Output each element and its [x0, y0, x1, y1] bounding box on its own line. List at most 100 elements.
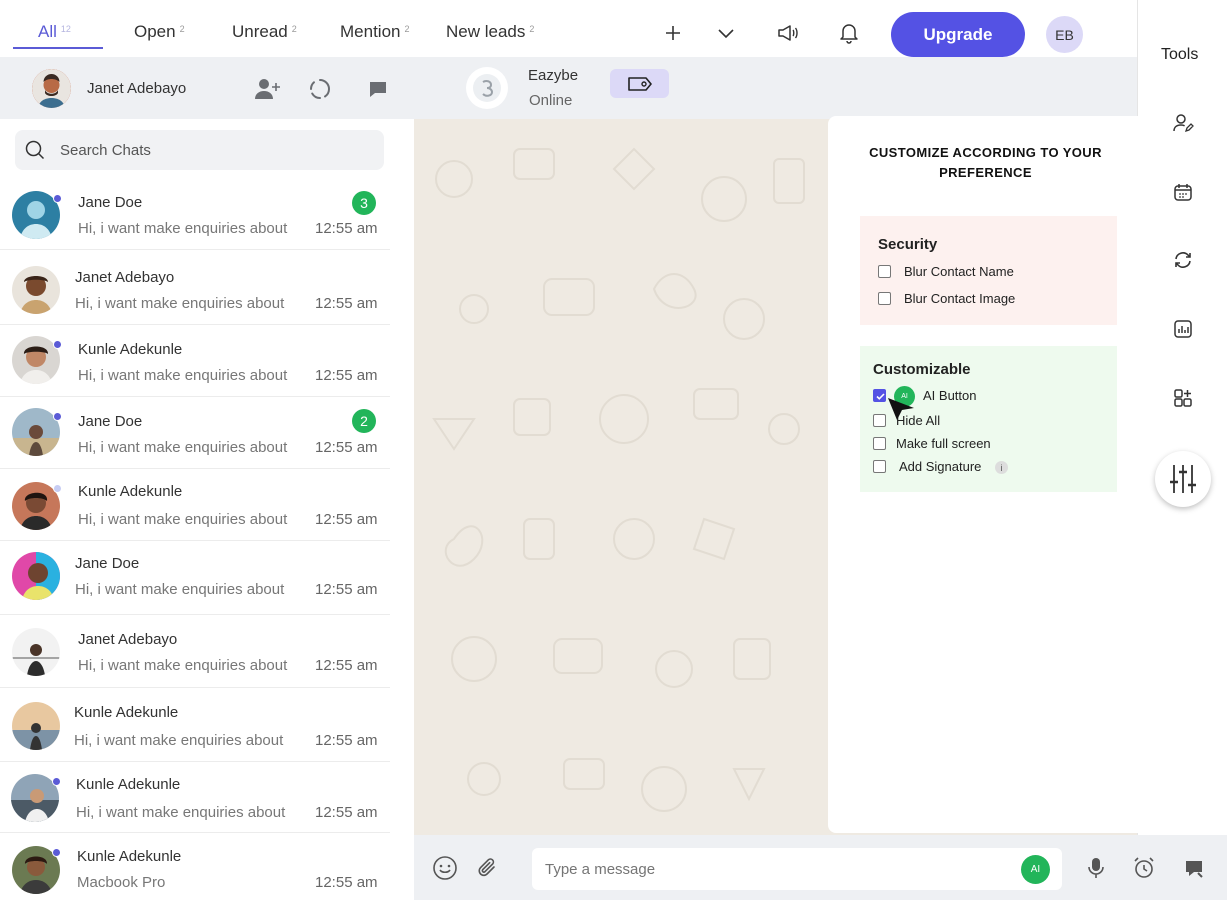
ai-label: AI [1030, 864, 1041, 875]
tab-label: Open [134, 22, 176, 41]
tab-unread[interactable]: Unread 2 [232, 22, 297, 42]
quick-reply-icon[interactable] [1181, 855, 1207, 881]
agent-name: Janet Adebayo [87, 80, 187, 97]
chat-preview: Hi, i want make enquiries about [78, 657, 288, 674]
top-bar: All 12 Open 2 Unread 2 Mention 2 New leads 2 … [0, 0, 1138, 57]
tab-mention[interactable]: Mention 2 [340, 22, 410, 42]
plus-icon[interactable] [660, 20, 686, 46]
chat-name: Janet Adebayo [75, 269, 175, 286]
tab-label: Unread [232, 22, 288, 41]
tools-title: Tools [1161, 46, 1199, 63]
chat-list-item[interactable]: Jane Doe Hi, i want make enquiries about… [0, 178, 390, 250]
sync-icon[interactable] [1168, 245, 1198, 275]
blur-contact-image-label: Blur Contact Image [904, 291, 1016, 306]
tag-label-button[interactable] [610, 69, 669, 98]
chat-avatar [12, 552, 60, 600]
megaphone-icon[interactable] [775, 20, 801, 46]
chat-name: Kunle Adekunle [77, 848, 182, 865]
chat-list-item[interactable]: Kunle Adekunle Hi, i want make enquiries… [0, 469, 390, 541]
ai-button[interactable]: AI [1021, 855, 1050, 884]
online-dot [53, 194, 62, 203]
make-full-screen-label: Make full screen [896, 436, 991, 451]
chat-time: 12:55 am [315, 732, 378, 749]
online-dot [53, 484, 62, 493]
tab-count: 2 [404, 24, 410, 34]
online-dot [53, 340, 62, 349]
status-loading-icon[interactable] [306, 75, 334, 103]
contact-avatar[interactable] [466, 67, 508, 109]
chat-time: 12:55 am [315, 657, 378, 674]
unread-badge: 3 [352, 191, 376, 215]
upgrade-button[interactable]: Upgrade [891, 12, 1025, 57]
attachment-icon[interactable] [474, 855, 500, 881]
unread-badge: 2 [352, 409, 376, 433]
chat-name: Jane Doe [75, 555, 140, 572]
chat-list-item[interactable]: Kunle Adekunle Macbook Pro 12:55 am [0, 834, 390, 900]
tab-open[interactable]: Open 2 [134, 22, 185, 42]
bell-icon[interactable] [836, 20, 862, 46]
chat-preview: Hi, i want make enquiries about [76, 804, 286, 821]
chat-time: 12:55 am [315, 295, 378, 312]
message-input[interactable] [532, 848, 1062, 890]
chat-name: Kunle Adekunle [76, 776, 181, 793]
user-avatar[interactable]: EB [1046, 16, 1083, 53]
chat-list-item[interactable]: Kunle Adekunle Hi, i want make enquiries… [0, 325, 390, 397]
chat-avatar [12, 702, 60, 750]
add-contact-icon[interactable] [254, 75, 282, 103]
chat-list-item[interactable]: Jane Doe Hi, i want make enquiries about… [0, 397, 390, 469]
chat-preview: Hi, i want make enquiries about [78, 367, 288, 384]
analytics-icon[interactable] [1168, 314, 1198, 344]
chat-preview: Hi, i want make enquiries about [75, 581, 285, 598]
chat-time: 12:55 am [315, 804, 378, 821]
tab-count: 2 [529, 24, 535, 34]
emoji-icon[interactable] [432, 855, 458, 881]
chat-bubble-icon[interactable] [364, 75, 392, 103]
tab-new-leads[interactable]: New leads 2 [446, 22, 534, 42]
online-dot [52, 777, 61, 786]
chat-time: 12:55 am [315, 439, 378, 456]
chat-list-item[interactable]: Kunle Adekunle Hi, i want make enquiries… [0, 688, 390, 762]
customize-sliders-icon[interactable] [1155, 451, 1211, 507]
blur-contact-image-checkbox[interactable] [878, 292, 891, 305]
tab-label: All [38, 22, 57, 41]
tab-count: 12 [60, 24, 71, 34]
chat-preview: Macbook Pro [77, 874, 166, 891]
calendar-icon[interactable] [1168, 177, 1198, 207]
search-input[interactable]: Search Chats [60, 142, 151, 159]
add-widget-icon[interactable] [1168, 383, 1198, 413]
customizable-heading: Customizable [873, 361, 971, 378]
chat-name: Kunle Adekunle [78, 483, 183, 500]
chat-preview: Hi, i want make enquiries about [74, 732, 284, 749]
chat-time: 12:55 am [315, 874, 378, 891]
contact-name: Eazybe [528, 67, 579, 84]
online-dot [53, 412, 62, 421]
tab-count: 2 [291, 24, 297, 34]
online-dot [52, 848, 61, 857]
info-icon[interactable]: i [995, 461, 1008, 474]
contact-edit-icon[interactable] [1168, 108, 1198, 138]
blur-contact-name-checkbox[interactable] [878, 265, 891, 278]
chat-list-item[interactable]: Janet Adebayo Hi, i want make enquiries … [0, 615, 390, 688]
chat-list-item[interactable]: Jane Doe Hi, i want make enquiries about… [0, 541, 390, 615]
chat-time: 12:55 am [315, 367, 378, 384]
chat-name: Kunle Adekunle [74, 704, 179, 721]
tab-all[interactable]: All 12 [38, 22, 71, 42]
security-heading: Security [878, 236, 938, 253]
chat-name: Janet Adebayo [78, 631, 178, 648]
make-full-screen-checkbox[interactable] [873, 437, 886, 450]
add-signature-checkbox[interactable] [873, 460, 886, 473]
tab-label: Mention [340, 22, 401, 41]
add-signature-label: Add Signature [899, 459, 982, 474]
app-root: All 12 Open 2 Unread 2 Mention 2 New leads 2 … [0, 0, 1227, 900]
microphone-icon[interactable] [1083, 855, 1109, 881]
agent-avatar[interactable] [32, 69, 71, 108]
chat-time: 12:55 am [315, 581, 378, 598]
chat-name: Jane Doe [78, 194, 143, 211]
schedule-message-icon[interactable] [1131, 855, 1157, 881]
chat-list-item[interactable]: Janet Adebayo Hi, i want make enquiries … [0, 251, 390, 325]
chat-list-item[interactable]: Kunle Adekunle Hi, i want make enquiries… [0, 762, 390, 833]
mouse-cursor-icon [888, 398, 914, 420]
chat-time: 12:55 am [315, 511, 378, 528]
chevron-down-icon[interactable] [713, 20, 739, 46]
chat-preview: Hi, i want make enquiries about [75, 295, 285, 312]
